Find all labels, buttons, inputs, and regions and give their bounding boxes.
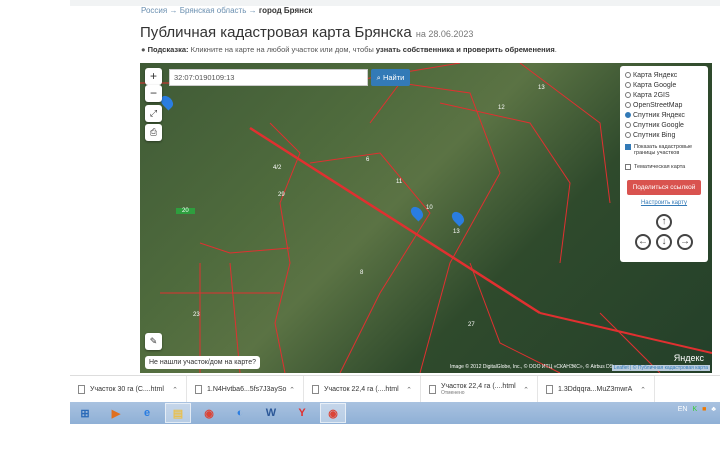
radio[interactable] xyxy=(625,72,631,78)
download-item[interactable]: Участок 30 га (С....html ⌃ xyxy=(70,376,187,403)
parcel-label[interactable]: 23 xyxy=(193,312,200,318)
layer-option[interactable]: Карта Яндекс xyxy=(625,70,703,80)
word-icon[interactable]: W xyxy=(258,403,284,423)
parcel-label[interactable]: 29 xyxy=(278,192,285,198)
not-found-button[interactable]: Не нашли участок/дом на карте? xyxy=(145,356,260,369)
chevron-up-icon[interactable]: ⌃ xyxy=(406,386,412,394)
zoom-in-button[interactable]: + xyxy=(145,68,162,85)
search-input[interactable]: 32:07:0190109:13 xyxy=(169,69,368,86)
chevron-up-icon[interactable]: ⌃ xyxy=(523,386,529,394)
download-item[interactable]: 1.3Ddqqra...MuZ3mwrA ⌃ xyxy=(538,376,655,403)
download-item[interactable]: Участок 22,4 га (....html ⌃ xyxy=(304,376,421,403)
radio[interactable] xyxy=(625,122,631,128)
arrow-up-icon[interactable]: ↑ xyxy=(656,214,672,230)
search-icon: ⌕ xyxy=(376,73,381,82)
start-button[interactable]: ⊞ xyxy=(72,403,98,423)
breadcrumb-current: город Брянск xyxy=(258,6,313,15)
downloads-bar: Участок 30 га (С....html ⌃ 1.N4Hvtba6...5f… xyxy=(70,375,720,403)
file-icon xyxy=(546,385,553,394)
ruler-icon[interactable]: ✎ xyxy=(145,333,162,350)
chrome-icon[interactable]: ◉ xyxy=(196,403,222,423)
layer-option[interactable]: Карта 2GIS xyxy=(625,90,703,100)
chrome-active-icon[interactable]: ◉ xyxy=(320,403,346,423)
layer-option[interactable]: Спутник Google xyxy=(625,120,703,130)
radio[interactable] xyxy=(625,92,631,98)
chevron-up-icon[interactable]: ⌃ xyxy=(289,386,295,394)
parcel-label[interactable]: 13 xyxy=(453,229,460,235)
configure-map-link[interactable]: Настроить карту xyxy=(625,200,703,206)
file-explorer-icon[interactable]: ▤ xyxy=(165,403,191,423)
radio[interactable] xyxy=(625,132,631,138)
share-link-button[interactable]: Поделиться ссылкой xyxy=(627,180,701,195)
layer-option[interactable]: Спутник Bing xyxy=(625,130,703,140)
parcel-label[interactable]: 8 xyxy=(360,270,363,276)
parcel-label[interactable]: 4/2 xyxy=(273,165,281,171)
file-icon xyxy=(312,385,319,394)
parcel-label[interactable]: 11 xyxy=(396,179,402,185)
show-borders-checkbox[interactable]: Показать кадастровые границы участков xyxy=(625,144,703,162)
title-text: Публичная кадастровая карта Брянска xyxy=(140,24,412,41)
map-attribution: Image © 2012 DigitalGlobe, Inc., © ООО И… xyxy=(450,364,614,370)
ccleaner-icon[interactable]: ◐ xyxy=(227,403,253,423)
system-tray: EN K ■ ♣ xyxy=(678,406,716,413)
parcel-label[interactable]: 27 xyxy=(468,322,475,328)
print-icon[interactable]: ⎙ xyxy=(145,124,162,141)
tray-icon[interactable]: K xyxy=(693,406,698,413)
thematic-checkbox[interactable]: Тематическая карта xyxy=(625,162,703,172)
parcel-label[interactable]: 13 xyxy=(538,85,545,91)
language-indicator[interactable]: EN xyxy=(678,406,688,413)
zoom-out-button[interactable]: − xyxy=(145,85,162,102)
internet-explorer-icon[interactable]: e xyxy=(134,403,160,423)
parcel-label[interactable]: 10 xyxy=(426,205,433,211)
radio[interactable] xyxy=(625,102,631,108)
file-icon xyxy=(78,385,85,394)
breadcrumb: Россия → Брянская область → город Брянск xyxy=(141,6,313,15)
yandex-browser-icon[interactable]: Y xyxy=(289,403,315,423)
breadcrumb-region[interactable]: Брянская область xyxy=(180,6,247,15)
media-player-icon[interactable]: ▶ xyxy=(103,403,129,423)
checkbox[interactable] xyxy=(625,164,631,170)
find-button[interactable]: ⌕ Найти xyxy=(371,69,410,86)
file-icon xyxy=(429,385,436,394)
radio[interactable] xyxy=(625,82,631,88)
tray-icon[interactable]: ♣ xyxy=(711,406,716,413)
layer-option[interactable]: Карта Google xyxy=(625,80,703,90)
arrow-right-icon[interactable]: → xyxy=(677,234,693,250)
layers-panel: Карта Яндекс Карта Google Карта 2GIS OpenSt… xyxy=(620,66,708,262)
chevron-up-icon[interactable]: ⌃ xyxy=(640,386,646,394)
hint: ● Подсказка: Кликните на карте на любой … xyxy=(141,45,557,54)
tray-icon[interactable]: ■ xyxy=(702,406,706,413)
checkbox[interactable] xyxy=(625,144,631,150)
radio[interactable] xyxy=(625,112,631,118)
page-title: Публичная кадастровая карта Брянска на 2… xyxy=(140,24,473,41)
download-item[interactable]: 1.N4Hvtba6...5fs7J3aySo ⌃ xyxy=(187,376,304,403)
date: на 28.06.2023 xyxy=(415,29,474,39)
file-icon xyxy=(195,385,202,394)
parcel-label[interactable]: 20 xyxy=(176,208,195,214)
chevron-up-icon[interactable]: ⌃ xyxy=(172,386,178,394)
breadcrumb-russia[interactable]: Россия xyxy=(141,6,167,15)
yandex-logo: Яндекс xyxy=(673,353,704,363)
arrow-down-icon[interactable]: ↓ xyxy=(656,234,672,250)
fullscreen-icon[interactable]: ⤢ xyxy=(145,105,162,122)
arrow-left-icon[interactable]: ← xyxy=(635,234,651,250)
parcel-label[interactable]: 6 xyxy=(366,157,369,163)
taskbar: ⊞ ▶ e ▤ ◉ ◐ W Y ◉ EN K ■ ♣ xyxy=(70,402,720,424)
layer-option[interactable]: Спутник Яндекс xyxy=(625,110,703,120)
layer-option[interactable]: OpenStreetMap xyxy=(625,100,703,110)
map[interactable]: 6 11 10 13 8 27 29 4/2 20 12 13 23 + − ⤢… xyxy=(140,63,712,373)
pkk-link[interactable]: Leaflet | © Публичная кадастровая карта xyxy=(611,365,710,371)
download-item[interactable]: Участок 22,4 га (....html Отменено ⌃ xyxy=(421,376,538,403)
parcel-label[interactable]: 12 xyxy=(498,105,505,111)
